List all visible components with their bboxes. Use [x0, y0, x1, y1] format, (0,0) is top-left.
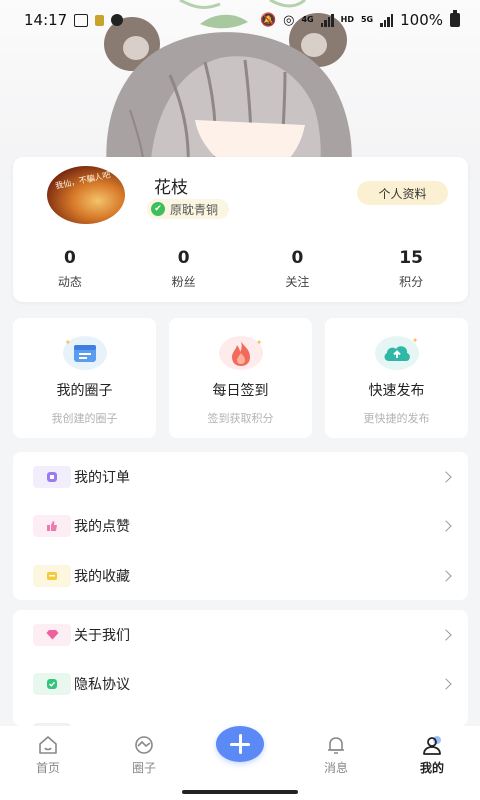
menu-item-favorites[interactable]: 我的收藏	[13, 551, 468, 601]
chevron-right-icon	[440, 678, 452, 690]
stat-label: 动态	[57, 275, 82, 289]
signal-icon	[320, 13, 334, 27]
stat-following[interactable]: 0 关注	[241, 247, 355, 290]
chevron-right-icon	[440, 629, 452, 641]
shield-check-icon	[33, 673, 71, 696]
home-gesture-bar[interactable]	[182, 790, 298, 794]
feature-title: 每日签到	[212, 383, 269, 399]
level-label: 原耽青铜	[170, 202, 219, 217]
menu-group-primary: 我的订单 我的点赞 我的收藏	[13, 452, 468, 600]
diamond-icon	[33, 623, 71, 646]
nav-home[interactable]: 首页	[0, 735, 96, 776]
stat-value: 15	[399, 248, 423, 268]
nav-label: 消息	[323, 761, 348, 775]
user-name: 花枝	[154, 178, 188, 198]
status-time: 14:17	[24, 11, 68, 29]
hd-label: HD	[340, 15, 354, 24]
order-icon	[33, 465, 71, 488]
nav-add[interactable]	[192, 726, 288, 776]
feature-row: ✦ 我的圈子 我创建的圈子 ✦ 每日签到 签到获取积分 ✦ 快速发布 更快捷的发…	[13, 318, 468, 438]
chevron-right-icon	[440, 520, 452, 532]
avatar[interactable]: 我仙，不騙人吧	[47, 166, 125, 224]
feature-daily-checkin[interactable]: ✦ 每日签到 签到获取积分	[169, 318, 312, 438]
nav-messages[interactable]: 消息	[288, 735, 384, 776]
stat-value: 0	[291, 248, 304, 268]
feature-quick-publish[interactable]: ✦ 快速发布 更快捷的发布	[325, 318, 468, 438]
chevron-right-icon	[440, 570, 452, 582]
stat-followers[interactable]: 0 粉丝	[127, 247, 241, 290]
feature-title: 快速发布	[368, 383, 425, 399]
menu-label: 我的点赞	[74, 519, 130, 536]
status-bar: 14:17 🔕 ◎ 4G HD 5G 100%	[0, 0, 480, 40]
feature-subtitle: 我创建的圈子	[51, 412, 118, 425]
nav-label: 圈子	[131, 761, 156, 775]
stat-posts[interactable]: 0 动态	[13, 247, 127, 290]
signal-icon-2	[380, 13, 394, 27]
feature-subtitle: 签到获取积分	[207, 412, 274, 425]
status-right: 🔕 ◎ 4G HD 5G 100%	[259, 10, 460, 29]
menu-group-secondary: 关于我们 隐私协议	[13, 610, 468, 726]
avatar-caption: 我仙，不騙人吧	[54, 170, 112, 191]
menu-item-likes[interactable]: 我的点赞	[13, 502, 468, 552]
feature-subtitle: 更快捷的发布	[363, 412, 430, 425]
nav-mine[interactable]: 我的	[384, 735, 480, 776]
feature-my-circles[interactable]: ✦ 我的圈子 我创建的圈子	[13, 318, 156, 438]
thumb-up-icon	[33, 515, 71, 538]
menu-label: 我的订单	[74, 469, 130, 486]
notification-icon	[95, 14, 105, 26]
favorite-icon	[33, 564, 71, 587]
hotspot-icon: ◎	[283, 12, 295, 28]
stat-label: 关注	[285, 275, 310, 289]
menu-item-partial[interactable]	[13, 709, 468, 726]
bottom-navigation: 首页 圈子 消息 我的	[0, 726, 480, 782]
profile-card: 我仙，不騙人吧 花枝 ✔ 原耽青铜 个人资料 0 动态 0 粉丝 0 关注 15…	[13, 157, 468, 302]
stat-points[interactable]: 15 积分	[354, 247, 468, 290]
menu-label: 隐私协议	[74, 677, 130, 694]
menu-item-about[interactable]: 关于我们	[13, 610, 468, 660]
nav-label: 我的	[419, 761, 444, 775]
menu-item-orders[interactable]: 我的订单	[13, 452, 468, 502]
user-icon	[423, 736, 441, 755]
nav-label: 首页	[35, 761, 60, 775]
fire-icon: ✦	[218, 336, 263, 370]
menu-item-privacy[interactable]: 隐私协议	[13, 660, 468, 710]
menu-label: 我的收藏	[74, 568, 130, 585]
feature-title: 我的圈子	[56, 383, 113, 399]
edit-profile-button[interactable]: 个人资料	[357, 181, 448, 205]
nav-circles[interactable]: 圈子	[96, 735, 192, 776]
cloud-upload-icon: ✦	[374, 336, 419, 370]
stat-label: 粉丝	[171, 275, 196, 289]
gallery-icon	[74, 13, 89, 27]
battery-percent: 100%	[400, 11, 443, 29]
chevron-right-icon	[440, 471, 452, 483]
menu-label: 关于我们	[74, 627, 130, 644]
paw-icon	[111, 14, 124, 26]
home-icon	[39, 736, 57, 754]
add-icon[interactable]	[216, 726, 264, 762]
stat-label: 积分	[399, 275, 424, 289]
stat-value: 0	[177, 248, 190, 268]
gesture-area	[0, 782, 480, 800]
status-left: 14:17	[24, 11, 124, 29]
level-badge: ✔ 原耽青铜	[147, 199, 230, 219]
stat-value: 0	[63, 248, 76, 268]
bell-icon	[328, 737, 344, 754]
circle-calendar-icon: ✦	[62, 336, 107, 370]
stats-row: 0 动态 0 粉丝 0 关注 15 积分	[13, 247, 468, 290]
circle-icon	[135, 736, 153, 754]
battery-icon	[450, 10, 460, 27]
network-type-label: 4G	[301, 15, 314, 24]
mute-icon: 🔕	[259, 12, 277, 28]
network-type-label-2: 5G	[360, 15, 374, 24]
leaf-icon: ✔	[151, 202, 165, 216]
